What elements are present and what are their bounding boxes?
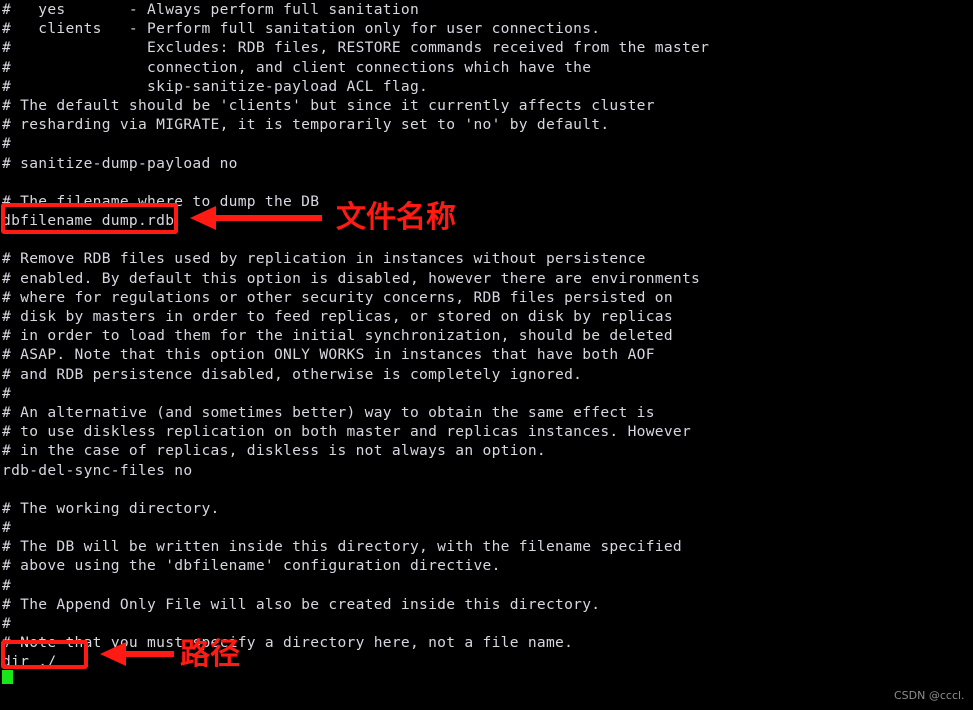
config-line: # The filename where to dump the DB bbox=[2, 192, 320, 210]
config-line: # enabled. By default this option is dis… bbox=[2, 269, 701, 287]
config-line: # where for regulations or other securit… bbox=[2, 288, 673, 306]
config-line: # connection, and client connections whi… bbox=[2, 58, 592, 76]
config-line: # and RDB persistence disabled, otherwis… bbox=[2, 365, 583, 383]
config-line: # An alternative (and sometimes better) … bbox=[2, 403, 655, 421]
config-line: # The DB will be written inside this dir… bbox=[2, 538, 682, 556]
config-line: # disk by masters in order to feed repli… bbox=[2, 308, 673, 325]
config-line: # bbox=[2, 135, 12, 153]
config-line: # Excludes: RDB files, RESTORE commands … bbox=[2, 39, 710, 57]
config-line: # The Append Only File will also be crea… bbox=[2, 595, 601, 613]
config-line: # The working directory. bbox=[2, 499, 220, 517]
watermark: CSDN @cccl. bbox=[894, 689, 965, 702]
config-line: # above using the 'dbfilename' configura… bbox=[2, 557, 501, 575]
config-line: # in order to load them for the initial … bbox=[2, 327, 673, 345]
config-line: # bbox=[2, 615, 12, 632]
config-line-dir: dir ./ bbox=[2, 653, 57, 671]
config-line-blank bbox=[0, 173, 973, 192]
config-line: # bbox=[2, 384, 12, 402]
config-line-rdb-del-sync-files: rdb-del-sync-files no bbox=[2, 461, 193, 479]
config-line: # yes - Always perform full sanitation bbox=[2, 1, 420, 18]
config-line: # The default should be 'clients' but si… bbox=[2, 96, 655, 114]
config-line: # to use diskless replication on both ma… bbox=[2, 423, 692, 441]
config-line: # sanitize-dump-payload no bbox=[2, 154, 238, 172]
config-line: # bbox=[2, 576, 12, 594]
config-line: # clients - Perform full sanitation only… bbox=[2, 20, 601, 38]
config-line: # skip-sanitize-payload ACL flag. bbox=[2, 77, 429, 95]
config-line: # resharding via MIGRATE, it is temporar… bbox=[2, 116, 610, 134]
config-line: # in the case of replicas, diskless is n… bbox=[2, 442, 546, 460]
terminal-window[interactable]: # yes - Always perform full sanitation #… bbox=[0, 0, 973, 710]
config-line: # ASAP. Note that this option ONLY WORKS… bbox=[2, 346, 655, 364]
config-line-blank bbox=[0, 230, 973, 249]
config-line: # bbox=[2, 519, 12, 537]
config-line-blank bbox=[0, 480, 973, 499]
config-line-dbfilename: dbfilename dump.rdb bbox=[2, 212, 175, 230]
config-file-text[interactable]: # yes - Always perform full sanitation #… bbox=[0, 0, 973, 672]
config-line: # Remove RDB files used by replication i… bbox=[2, 250, 646, 268]
terminal-cursor bbox=[2, 670, 13, 684]
config-line: # Note that you must specify a directory… bbox=[2, 634, 574, 652]
